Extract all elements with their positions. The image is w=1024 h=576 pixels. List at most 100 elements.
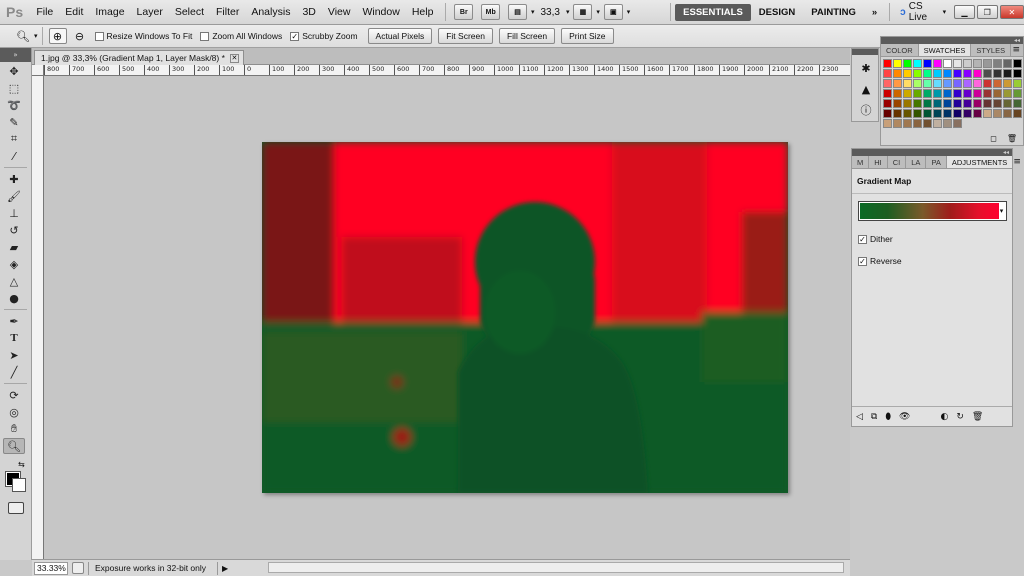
eraser-tool-icon[interactable]: ▰ (3, 239, 25, 255)
color-swatch[interactable] (923, 109, 932, 118)
new-swatch-icon[interactable]: ◻ (990, 134, 997, 143)
checkbox-checked[interactable]: ✓ (290, 31, 300, 41)
color-swatch[interactable] (1003, 69, 1012, 78)
delete-swatch-icon[interactable]: 🗑︎ (1007, 134, 1017, 143)
minimize-button[interactable]: ▁ (954, 5, 975, 19)
color-swatch[interactable] (1013, 79, 1022, 88)
color-swatch[interactable] (933, 119, 942, 128)
color-swatch[interactable] (923, 59, 932, 68)
color-swatch[interactable] (903, 89, 912, 98)
color-swatch[interactable] (963, 79, 972, 88)
color-swatch[interactable] (993, 69, 1002, 78)
color-swatch[interactable] (913, 119, 922, 128)
color-swatch[interactable] (943, 99, 952, 108)
reset-icon[interactable]: ↻ (956, 412, 964, 422)
color-swatch[interactable] (993, 59, 1002, 68)
panel-menu-icon[interactable]: ≡ (1013, 156, 1024, 168)
workspace-painting[interactable]: PAINTING (803, 4, 864, 21)
info-panel-icon[interactable]: ⓘ (858, 102, 874, 118)
status-menu-arrow-icon[interactable]: ▶ (222, 564, 228, 573)
menu-analysis[interactable]: Analysis (245, 0, 296, 25)
color-swatch[interactable] (943, 79, 952, 88)
zoom-level-field[interactable]: 33,3 (534, 7, 565, 18)
color-swatch[interactable] (883, 59, 892, 68)
color-swatch[interactable] (883, 109, 892, 118)
color-swatch[interactable] (893, 69, 902, 78)
color-swatch[interactable] (933, 79, 942, 88)
color-swatch[interactable] (943, 89, 952, 98)
histogram-panel-icon[interactable]: ▲ (858, 81, 874, 97)
menu-view[interactable]: View (322, 0, 357, 25)
color-swatch[interactable] (923, 119, 932, 128)
cs-live-menu[interactable]: ↄ CS Live ▾ (894, 1, 952, 23)
fill-screen-button[interactable]: Fill Screen (498, 28, 556, 44)
color-swatch[interactable] (923, 69, 932, 78)
menu-file[interactable]: File (30, 0, 59, 25)
color-swatch[interactable] (913, 69, 922, 78)
marquee-tool-icon[interactable]: ⬚ (3, 80, 25, 96)
color-swatch[interactable] (903, 59, 912, 68)
color-swatch[interactable] (973, 109, 982, 118)
color-swatch[interactable] (983, 79, 992, 88)
swap-colors-icon[interactable]: ⇆ (18, 460, 25, 469)
workspace-design[interactable]: DESIGN (751, 4, 803, 21)
color-swatch[interactable] (923, 79, 932, 88)
color-swatch[interactable] (973, 79, 982, 88)
blur-tool-icon[interactable]: △ (3, 273, 25, 289)
menu-filter[interactable]: Filter (210, 0, 245, 25)
color-swatch[interactable] (1013, 89, 1022, 98)
mini-bridge-panel-icon[interactable]: ✱ (858, 60, 874, 76)
background-color-swatch[interactable] (12, 478, 26, 492)
zoom-percent-field[interactable]: 33.33% (34, 561, 68, 575)
color-swatch[interactable] (883, 79, 892, 88)
color-swatch[interactable] (963, 59, 972, 68)
color-swatch[interactable] (893, 59, 902, 68)
color-swatch[interactable] (1013, 99, 1022, 108)
tab-swatches[interactable]: SWATCHES (918, 44, 972, 56)
color-swatch[interactable] (883, 89, 892, 98)
color-swatch[interactable] (943, 59, 952, 68)
move-tool-icon[interactable]: ✥ (3, 63, 25, 79)
canvas-area[interactable] (44, 76, 850, 559)
checkbox-box[interactable] (94, 31, 104, 41)
color-swatch[interactable] (923, 89, 932, 98)
menu-help[interactable]: Help (406, 0, 440, 25)
type-tool-icon[interactable]: T (3, 330, 25, 346)
fit-screen-button[interactable]: Fit Screen (438, 28, 493, 44)
color-swatch[interactable] (933, 109, 942, 118)
checkbox-checked[interactable]: ✓ (858, 256, 867, 266)
color-swatch[interactable] (983, 59, 992, 68)
color-swatch[interactable] (923, 99, 932, 108)
color-swatch[interactable] (993, 109, 1002, 118)
color-swatch[interactable] (913, 89, 922, 98)
tab-adjustments[interactable]: ADJUSTMENTS (946, 156, 1014, 168)
color-swatch[interactable] (973, 59, 982, 68)
tab-paths[interactable]: PA (926, 156, 947, 168)
color-swatch[interactable] (953, 109, 962, 118)
color-swatch[interactable] (903, 109, 912, 118)
color-swatch[interactable] (953, 79, 962, 88)
zoom-out-icon[interactable]: ⊖ (71, 28, 89, 44)
color-swatch[interactable] (953, 119, 962, 128)
dock-grip[interactable] (852, 49, 878, 55)
color-swatch[interactable] (903, 69, 912, 78)
color-swatch[interactable] (893, 109, 902, 118)
menu-3d[interactable]: 3D (296, 0, 321, 25)
dither-checkbox[interactable]: ✓ Dither (858, 234, 893, 244)
color-swatch[interactable] (983, 69, 992, 78)
reverse-checkbox[interactable]: ✓ Reverse (858, 256, 902, 266)
quick-selection-tool-icon[interactable]: ✎ (3, 114, 25, 130)
color-swatch[interactable] (943, 109, 952, 118)
menu-select[interactable]: Select (169, 0, 210, 25)
color-swatch[interactable] (913, 79, 922, 88)
gradient-picker[interactable]: ▾ (858, 201, 1007, 221)
checkbox-checked[interactable]: ✓ (858, 234, 867, 244)
eyedropper-tool-icon[interactable]: ⁄ (3, 148, 25, 164)
ruler-origin[interactable] (32, 65, 44, 76)
color-swatch[interactable] (1003, 99, 1012, 108)
more-workspaces-button[interactable]: » (864, 4, 885, 21)
color-swatch[interactable] (893, 119, 902, 128)
view-previous-state-icon[interactable]: ◐ (940, 412, 948, 422)
zoom-tool-preset-icon[interactable]: 🔍︎ (14, 28, 32, 44)
color-swatch[interactable] (903, 119, 912, 128)
